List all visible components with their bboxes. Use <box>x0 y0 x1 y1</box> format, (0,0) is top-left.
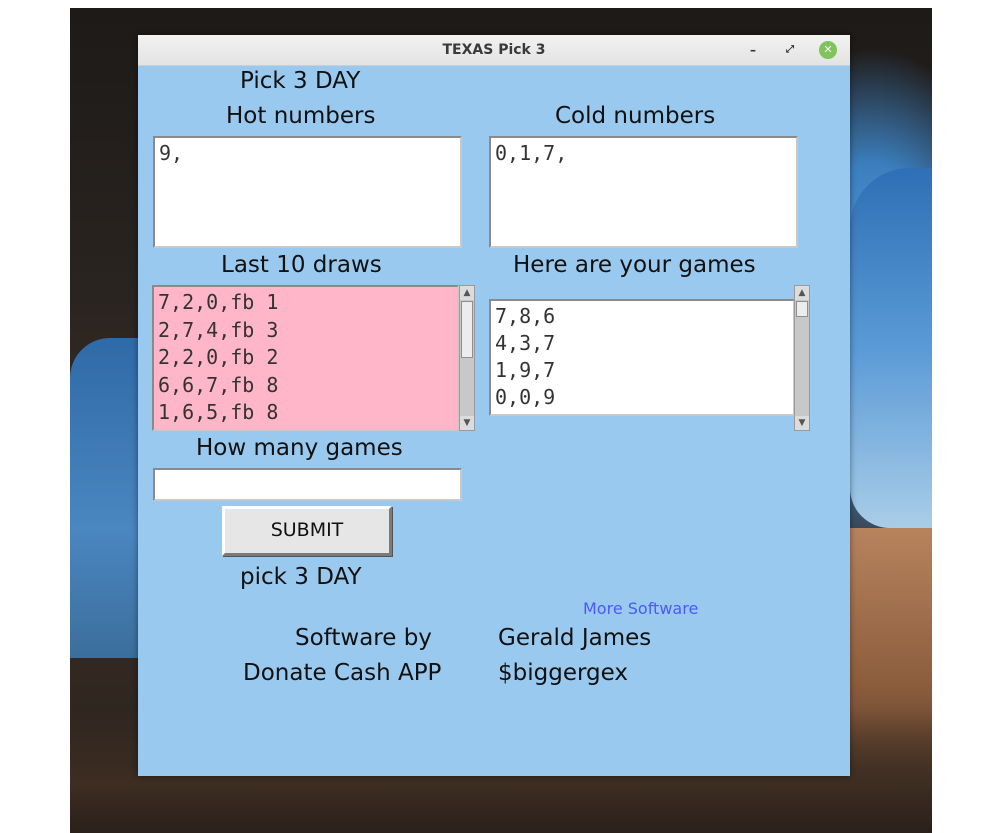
scroll-down-icon[interactable]: ▼ <box>460 416 474 430</box>
hot-numbers-label: Hot numbers <box>226 103 376 129</box>
cold-numbers-value: 0,1,7, <box>495 141 568 165</box>
game-label-bottom: pick 3 DAY <box>240 564 362 590</box>
hot-numbers-field[interactable]: 9, <box>153 136 462 248</box>
scroll-down-icon[interactable]: ▼ <box>795 416 809 430</box>
list-item[interactable]: 7,8,6 <box>495 303 789 330</box>
list-item[interactable]: 4,3,7 <box>495 330 789 357</box>
more-software-link[interactable]: More Software <box>583 599 698 618</box>
scroll-thumb[interactable] <box>796 301 808 317</box>
maximize-icon[interactable]: ⤢ <box>781 41 799 59</box>
list-item[interactable]: 1,6,5,fb 8 <box>158 399 453 427</box>
your-games-list[interactable]: 7,8,6 4,3,7 1,9,7 0,0,9 <box>489 299 795 416</box>
list-item[interactable]: 7,2,0,fb 1 <box>158 289 453 317</box>
software-by-label: Software by <box>295 625 432 651</box>
list-item[interactable]: 1,9,7 <box>495 357 789 384</box>
list-item[interactable]: 2,2,0,fb 2 <box>158 344 453 372</box>
minimize-icon[interactable]: – <box>744 41 762 59</box>
app-window: TEXAS Pick 3 – ⤢ ✕ Pick 3 DAY Hot number… <box>138 35 850 776</box>
last-draws-scrollbar[interactable]: ▲ ▼ <box>459 285 475 431</box>
last-draws-label: Last 10 draws <box>221 252 382 278</box>
title-bar[interactable]: TEXAS Pick 3 – ⤢ ✕ <box>138 35 850 66</box>
your-games-label: Here are your games <box>513 252 756 278</box>
how-many-games-input[interactable] <box>153 468 462 501</box>
wallpaper-sky-right <box>850 168 932 528</box>
close-icon[interactable]: ✕ <box>819 41 837 59</box>
list-item[interactable]: 0,0,9 <box>495 384 789 411</box>
wallpaper-sky-left <box>70 338 140 658</box>
scroll-up-icon[interactable]: ▲ <box>795 286 809 300</box>
cashtag: $biggergex <box>498 660 628 686</box>
last-draws-list[interactable]: 7,2,0,fb 1 2,7,4,fb 3 2,2,0,fb 2 6,6,7,f… <box>152 285 459 431</box>
your-games-scrollbar[interactable]: ▲ ▼ <box>794 285 810 431</box>
scroll-up-icon[interactable]: ▲ <box>460 286 474 300</box>
hot-numbers-value: 9, <box>159 141 184 165</box>
how-many-label: How many games <box>196 435 403 461</box>
list-item[interactable]: 6,6,7,fb 8 <box>158 372 453 400</box>
submit-button[interactable]: SUBMIT <box>222 506 392 556</box>
author-name: Gerald James <box>498 625 652 651</box>
cold-numbers-field[interactable]: 0,1,7, <box>489 136 798 248</box>
donate-label: Donate Cash APP <box>243 660 442 686</box>
list-item[interactable]: 2,7,4,fb 3 <box>158 317 453 345</box>
game-label-top: Pick 3 DAY <box>240 68 361 94</box>
cold-numbers-label: Cold numbers <box>555 103 716 129</box>
scroll-thumb[interactable] <box>461 301 473 358</box>
